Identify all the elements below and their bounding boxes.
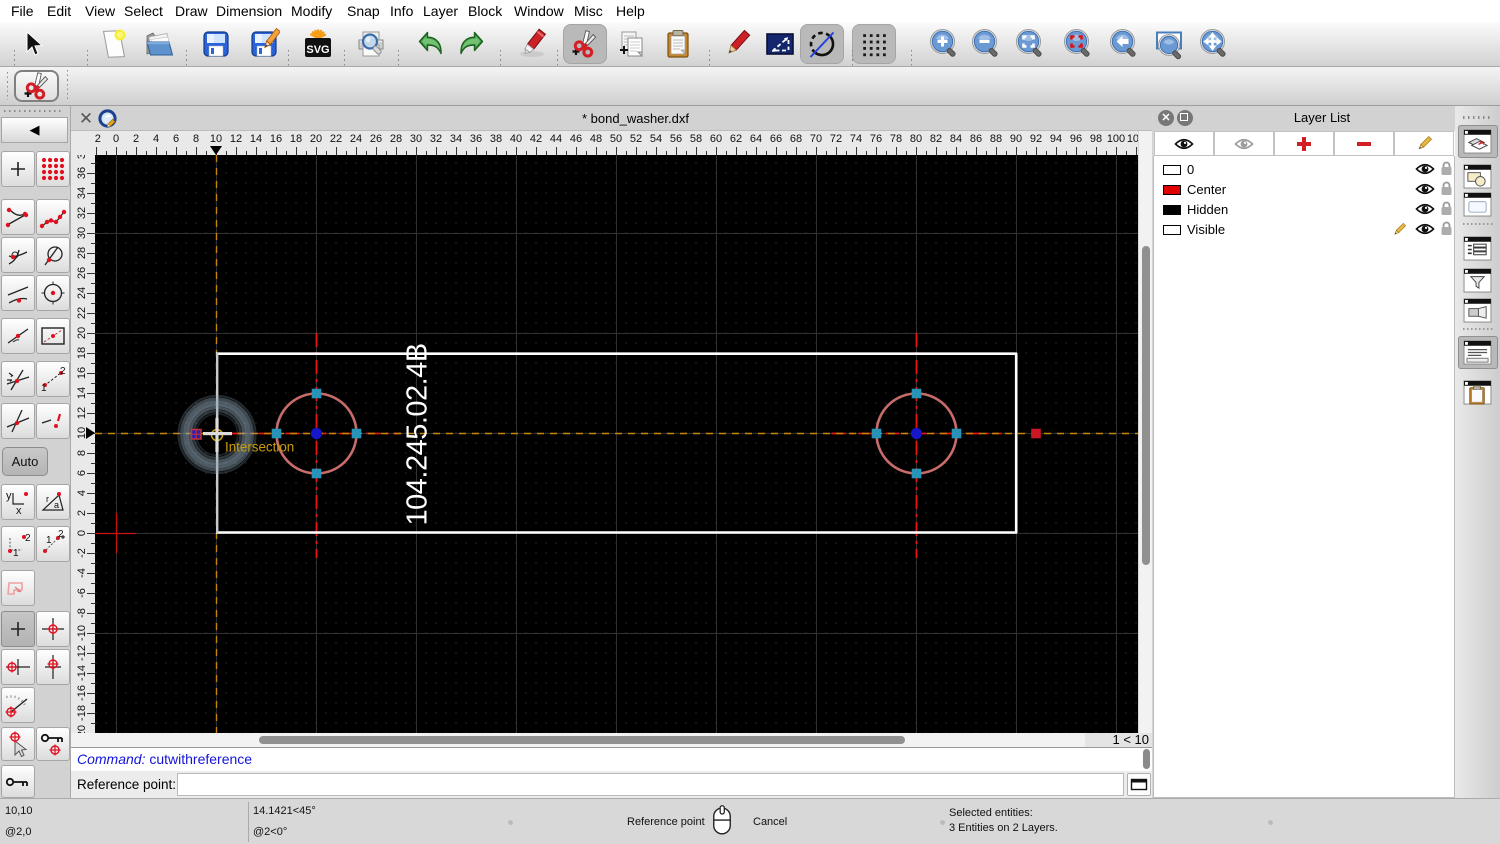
svg-text:1: 1 [13, 548, 19, 559]
svg-text:y: y [6, 490, 12, 502]
svg-text:2: 2 [60, 366, 66, 377]
svg-text:x: x [16, 505, 22, 517]
svg-text:104.245.02.4B: 104.245.02.4B [402, 343, 434, 525]
svg-text:1: 1 [46, 535, 52, 546]
svg-text:Intersection: Intersection [225, 440, 294, 455]
svg-text:SVG: SVG [306, 44, 329, 56]
svg-text:a: a [54, 500, 59, 510]
svg-text:1: 1 [41, 383, 47, 394]
svg-text:2: 2 [25, 533, 31, 544]
svg-text:r: r [46, 494, 49, 504]
